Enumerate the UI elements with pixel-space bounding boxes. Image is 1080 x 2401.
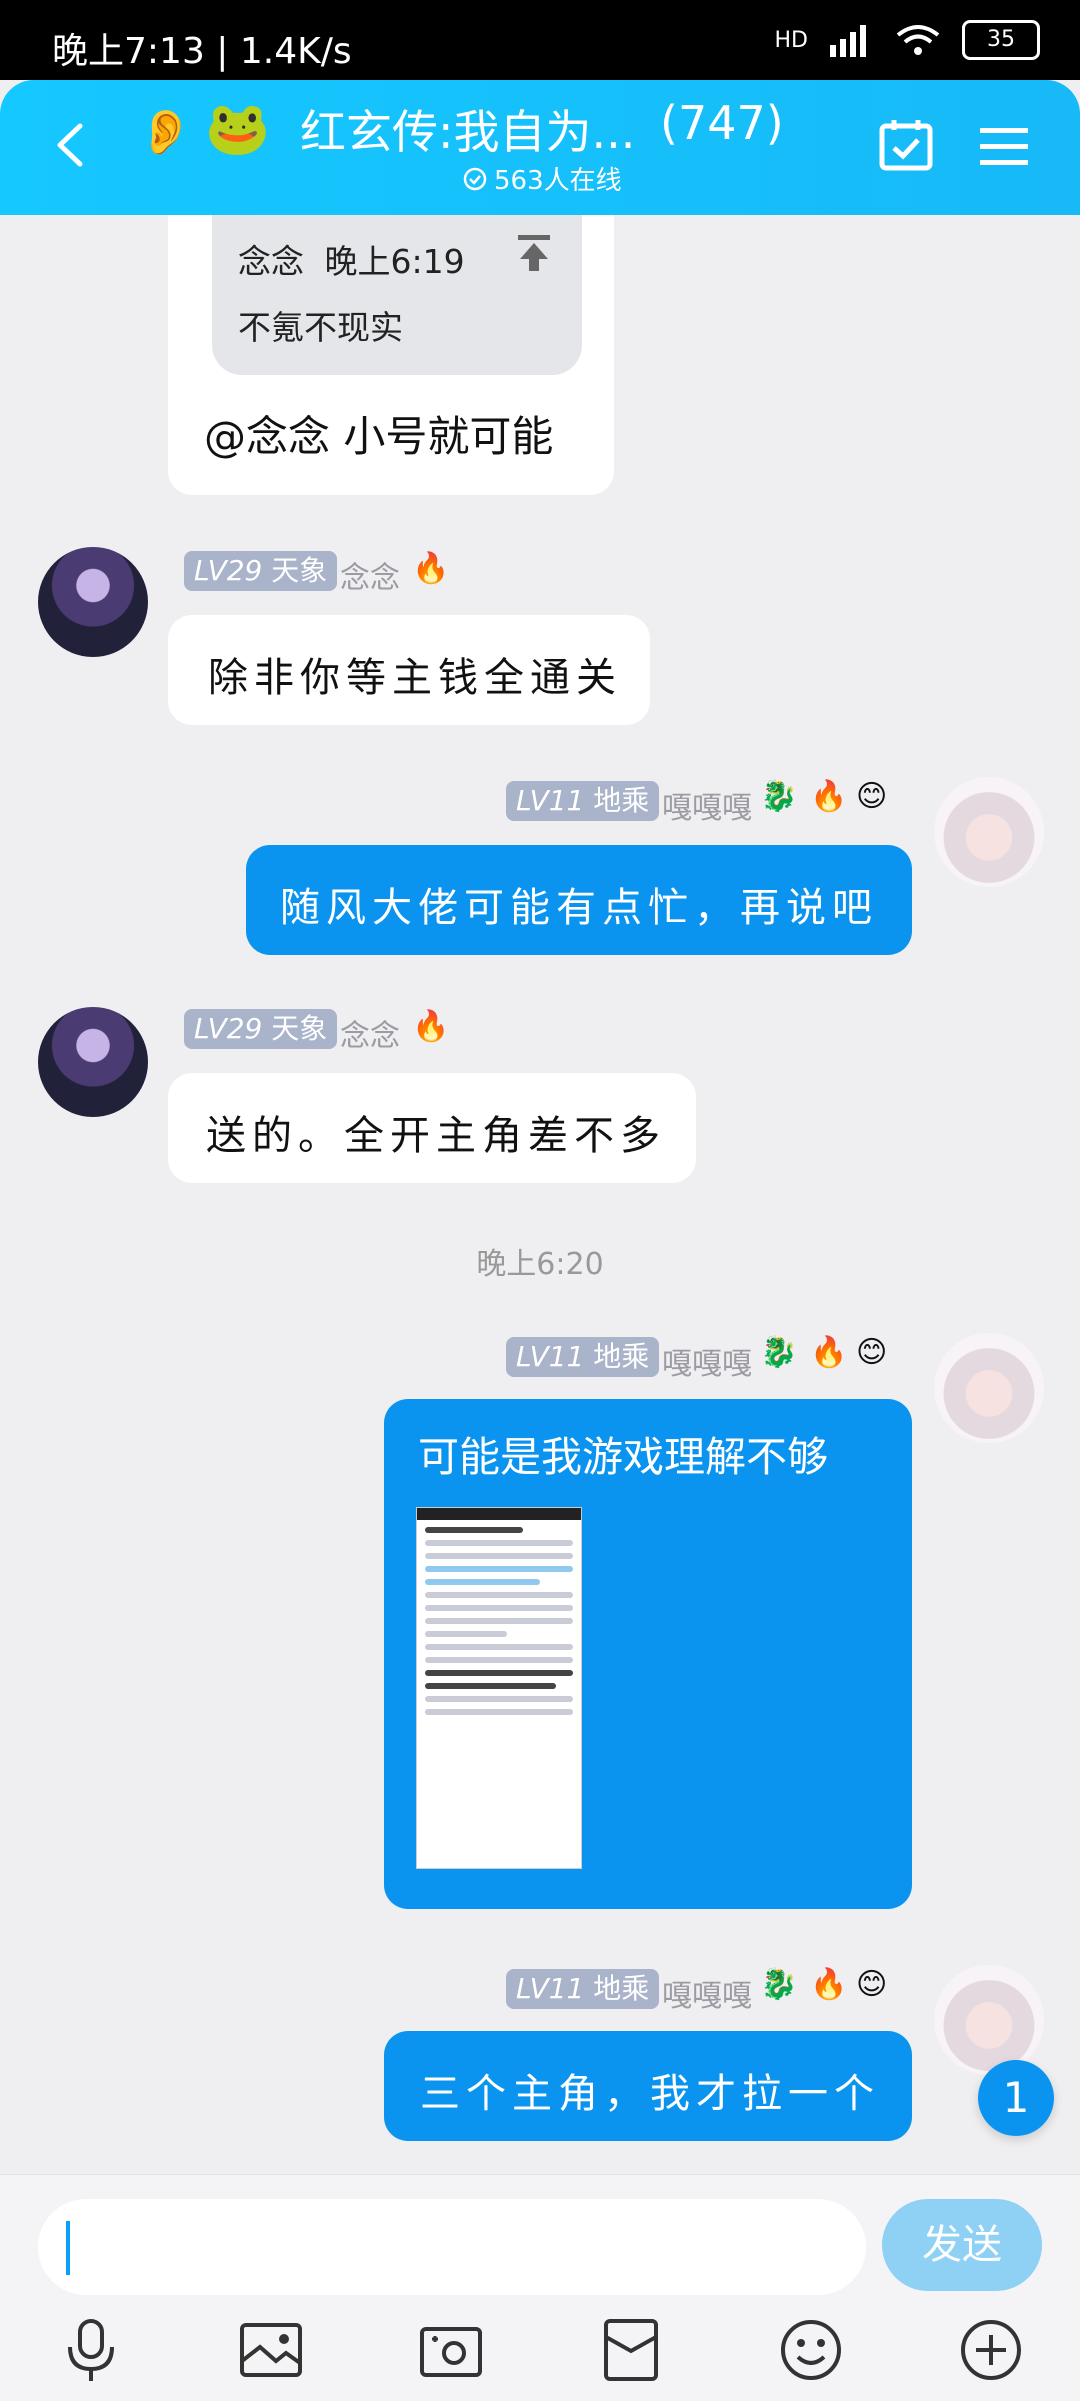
- level-badge: LV11 地乘: [506, 781, 660, 821]
- quoted-message[interactable]: 念念 晚上6:19 不氪不现实: [212, 215, 582, 375]
- message-list[interactable]: 念念 晚上6:19 不氪不现实 @念念 小号就可能 LV29 天象 念念 🔥 除…: [0, 215, 1080, 2173]
- send-button[interactable]: 发送: [882, 2199, 1042, 2291]
- dragon-icon: 🐉: [760, 779, 798, 814]
- quote-author: 念念: [238, 242, 304, 281]
- online-text: 563人在线: [494, 166, 622, 196]
- text-caret: [66, 2221, 70, 2275]
- message-text: 除非你等主钱全通关: [208, 655, 622, 701]
- sender-name[interactable]: 嘎嘎嘎: [662, 783, 752, 827]
- avatar[interactable]: [934, 1965, 1044, 2075]
- avatar[interactable]: [934, 777, 1044, 887]
- level-badge: LV29 天象: [184, 551, 338, 591]
- sender-name[interactable]: 念念: [340, 553, 400, 597]
- dragon-icon: 🐉: [760, 1335, 798, 1370]
- fire-icon: 🔥: [412, 1009, 450, 1044]
- message-text: 三个主角，我才拉一个: [420, 2071, 880, 2117]
- signal-bars-icon: [830, 25, 866, 57]
- time-separator: 晚上6:20: [476, 1247, 604, 1282]
- level-badge: LV11 地乘: [506, 1969, 660, 2009]
- camera-icon[interactable]: [416, 2315, 486, 2385]
- wifi-icon: [896, 25, 940, 55]
- chat-header: 👂 🐸 红玄传:我自为... (747) 563人在线: [0, 80, 1080, 215]
- unread-badge[interactable]: 1: [978, 2060, 1054, 2136]
- avatar[interactable]: [38, 547, 148, 657]
- fire-icon: 🔥: [412, 551, 450, 586]
- smile-flower-icon: 😊: [856, 1335, 888, 1370]
- signal-icon: HD: [774, 27, 808, 53]
- screenshot-thumbnail[interactable]: [416, 1507, 582, 1869]
- avatar[interactable]: [38, 1007, 148, 1117]
- status-time-speed: 晚上7:13 | 1.4K/s: [52, 31, 352, 72]
- smile-flower-icon: 😊: [856, 779, 888, 814]
- dragon-icon: 🐉: [760, 1967, 798, 2002]
- image-icon[interactable]: [236, 2315, 306, 2385]
- menu-icon[interactable]: [980, 126, 1028, 166]
- avatar[interactable]: [934, 1333, 1044, 1443]
- online-count: 563人在线: [462, 160, 622, 197]
- group-member-count: (747): [660, 96, 784, 150]
- message-text: 可能是我游戏理解不够: [418, 1433, 828, 1481]
- quote-header: 念念 晚上6:19: [238, 235, 465, 283]
- sender-name[interactable]: 嘎嘎嘎: [662, 1339, 752, 1383]
- smile-flower-icon: 😊: [856, 1967, 888, 2002]
- quote-text: 不氪不现实: [238, 308, 403, 347]
- red-packet-icon[interactable]: [596, 2315, 666, 2385]
- message-text: @念念 小号就可能: [204, 412, 554, 461]
- microphone-icon[interactable]: [56, 2315, 126, 2385]
- input-toolbar: [0, 2315, 1080, 2395]
- status-icons: HD 35: [775, 20, 1040, 60]
- emoji-icon[interactable]: [776, 2315, 846, 2385]
- message-input[interactable]: [38, 2199, 866, 2295]
- ear-mode-icon[interactable]: 👂: [138, 106, 193, 158]
- calendar-check-icon[interactable]: [878, 116, 934, 172]
- fire-icon: 🔥: [810, 779, 848, 814]
- level-badge: LV29 天象: [184, 1009, 338, 1049]
- check-circle-icon: [463, 167, 487, 190]
- message-text: 随风大佬可能有点忙，再说吧: [280, 885, 878, 931]
- fire-icon: 🔥: [810, 1335, 848, 1370]
- sender-name[interactable]: 嘎嘎嘎: [662, 1971, 752, 2015]
- sender-name[interactable]: 念念: [340, 1011, 400, 1055]
- input-bar: 发送: [0, 2174, 1080, 2401]
- group-emoji-icon: 🐸: [205, 99, 270, 159]
- fire-icon: 🔥: [810, 1967, 848, 2002]
- add-icon[interactable]: [956, 2315, 1026, 2385]
- back-arrow-icon[interactable]: [50, 120, 90, 170]
- quote-time: 晚上6:19: [324, 242, 465, 281]
- jump-to-top-icon[interactable]: [512, 231, 556, 275]
- level-badge: LV11 地乘: [506, 1337, 660, 1377]
- status-bar: 晚上7:13 | 1.4K/s HD 35: [0, 0, 1080, 80]
- message-text: 送的。全开主角差不多: [206, 1113, 666, 1159]
- battery-icon: 35: [962, 20, 1040, 60]
